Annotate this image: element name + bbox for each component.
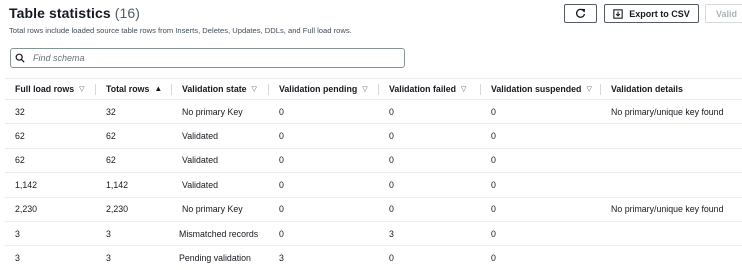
table-header-row: Full load rows ▽ Total rows ▲ Validation s…	[5, 79, 742, 100]
cell-validation-state: Pending validation	[179, 253, 251, 264]
column-label: Validation details	[611, 84, 683, 94]
column-header-validation-details: Validation details	[601, 79, 742, 100]
column-header-validation-state[interactable]: Validation state ▽	[172, 79, 269, 100]
table-row: 3 3 Mismatched records 0 3 0	[5, 221, 742, 247]
refresh-icon	[576, 8, 586, 18]
statistics-table: Full load rows ▽ Total rows ▲ Validation s…	[5, 79, 742, 270]
column-label: Validation pending	[279, 84, 358, 94]
cell-validation-details	[601, 221, 742, 247]
cell-validation-details	[601, 246, 742, 270]
cell-total-rows: 62	[96, 123, 172, 149]
column-header-total-rows[interactable]: Total rows ▲	[96, 79, 172, 100]
column-header-validation-pending[interactable]: Validation pending ▽	[269, 79, 379, 100]
search-box[interactable]	[10, 48, 405, 68]
cell-full-load-rows: 3	[5, 221, 96, 247]
cell-validation-suspended: 0	[481, 148, 601, 174]
export-csv-button[interactable]: Export to CSV	[604, 4, 699, 23]
cell-validation-suspended: 0	[481, 99, 601, 125]
refresh-button[interactable]	[564, 4, 597, 23]
column-label: Total rows	[106, 84, 150, 94]
cell-full-load-rows: 2,230	[5, 197, 96, 222]
table-row: 62 62 Validated 0 0 0	[5, 123, 742, 149]
column-header-full-load-rows[interactable]: Full load rows ▽	[5, 79, 96, 100]
column-label: Validation suspended	[491, 84, 582, 94]
sort-ascending-icon: ▲	[154, 84, 163, 93]
sort-caret-icon: ▽	[586, 86, 592, 93]
cell-validation-suspended: 0	[491, 253, 496, 264]
cell-full-load-rows: 3	[15, 253, 20, 264]
cell-validation-pending: 0	[269, 221, 379, 247]
search-icon	[15, 53, 25, 63]
cell-validation-details	[601, 123, 742, 149]
cell-validation-suspended: 0	[481, 221, 601, 247]
column-label: Validation failed	[389, 84, 456, 94]
cell-total-rows: 3	[96, 221, 172, 247]
export-icon	[613, 8, 623, 19]
cell-validation-details: No primary/unique key found	[601, 197, 742, 222]
export-csv-label: Export to CSV	[629, 8, 690, 19]
cell-total-rows: 1,142	[96, 172, 172, 198]
cell-validation-state: Validated	[172, 123, 269, 149]
table-row: 62 62 Validated 0 0 0	[5, 148, 742, 174]
sort-caret-icon: ▽	[362, 86, 368, 93]
table-body: 32 32 No primary Key 0 0 0 No primary/unique k…	[5, 99, 742, 270]
cell-validation-pending: 0	[269, 172, 379, 198]
column-header-validation-suspended[interactable]: Validation suspended ▽	[481, 79, 601, 100]
cell-validation-pending: 0	[269, 123, 379, 149]
cell-validation-pending: 3	[279, 253, 284, 264]
cell-validation-failed: 0	[379, 99, 481, 125]
cell-validation-state: Validated	[172, 172, 269, 198]
cell-validation-details	[601, 172, 742, 198]
sort-caret-icon: ▽	[460, 86, 467, 93]
title-text: Table statistics	[9, 5, 111, 21]
validate-button[interactable]: Valid	[705, 4, 742, 23]
cell-full-load-rows: 62	[5, 148, 96, 174]
validate-label: Valid	[716, 8, 738, 19]
cell-validation-suspended: 0	[481, 123, 601, 149]
cell-full-load-rows: 62	[5, 123, 96, 149]
cell-validation-details: No primary/unique key found	[601, 99, 742, 125]
cell-validation-state: Validated	[172, 148, 269, 174]
cell-validation-failed: 0	[379, 123, 481, 149]
cell-validation-failed: 0	[389, 253, 394, 264]
cell-total-rows: 2,230	[96, 197, 172, 222]
column-label: Validation state	[182, 84, 247, 94]
cell-validation-state: No primary Key	[172, 99, 269, 125]
page-title: Table statistics (16)	[9, 5, 140, 21]
cell-validation-details	[601, 148, 742, 174]
cell-validation-failed: 0	[379, 172, 481, 198]
cell-validation-pending: 0	[269, 148, 379, 174]
column-label: Full load rows	[15, 84, 75, 94]
cell-full-load-rows: 32	[5, 99, 96, 125]
cell-validation-suspended: 0	[481, 197, 601, 222]
table-row: 2,230 2,230 No primary Key 0 0 0 No primary/un…	[5, 197, 742, 222]
sort-caret-icon: ▽	[251, 86, 257, 93]
cell-validation-pending: 0	[269, 99, 379, 125]
cell-total-rows: 62	[96, 148, 172, 174]
cell-validation-failed: 0	[379, 197, 481, 222]
sort-caret-icon: ▽	[79, 86, 85, 93]
cell-total-rows: 3	[106, 253, 111, 264]
table-row: 3 3 Pending validation 3 0 0	[5, 246, 742, 270]
column-header-validation-failed[interactable]: Validation failed ▽	[379, 79, 481, 100]
page-subtitle: Total rows include loaded source table r…	[9, 26, 352, 35]
table-row: 1,142 1,142 Validated 0 0 0	[5, 172, 742, 198]
cell-validation-pending: 0	[269, 197, 379, 222]
cell-validation-state: Mismatched records	[172, 221, 269, 247]
table-row: 32 32 No primary Key 0 0 0 No primary/unique k…	[5, 99, 742, 125]
table-statistics-panel: Table statistics (16) Total rows include…	[0, 0, 742, 270]
cell-validation-suspended: 0	[481, 172, 601, 198]
search-input[interactable]	[31, 52, 395, 64]
cell-validation-failed: 3	[379, 221, 481, 247]
cell-total-rows: 32	[96, 99, 172, 125]
cell-full-load-rows: 1,142	[5, 172, 96, 198]
cell-validation-state: No primary Key	[172, 197, 269, 222]
title-count: (16)	[114, 5, 141, 21]
cell-validation-failed: 0	[379, 148, 481, 174]
